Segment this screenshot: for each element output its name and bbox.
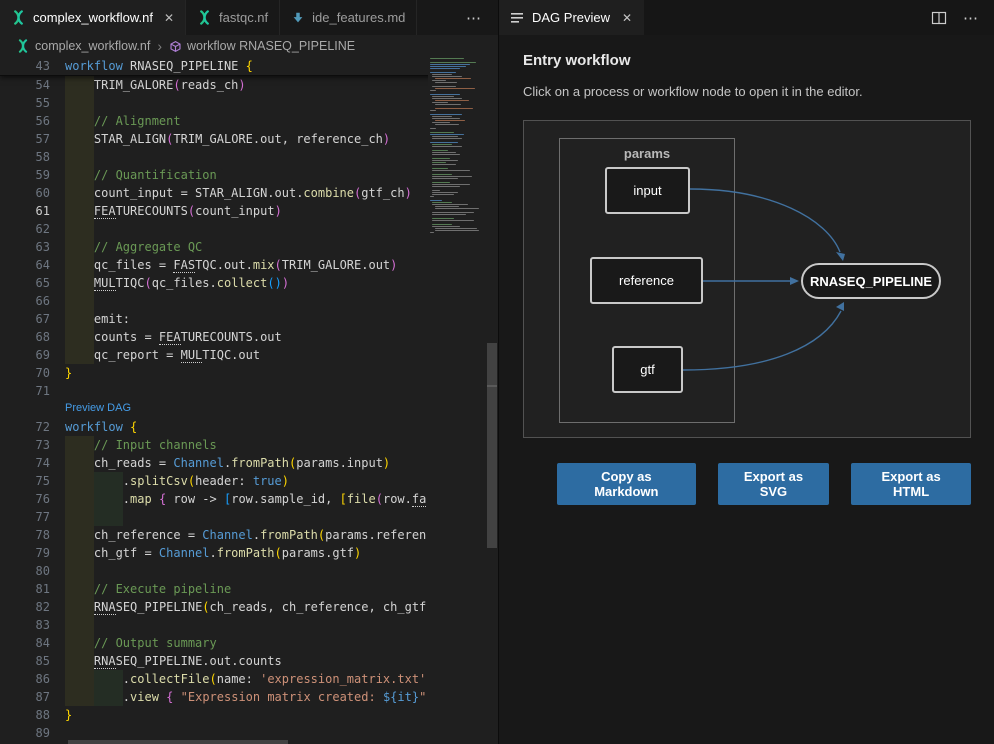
code-line[interactable]: 56 // Alignment	[0, 112, 498, 130]
breadcrumb-symbol[interactable]: workflow RNASEQ_PIPELINE	[187, 39, 355, 53]
nextflow-icon	[197, 10, 212, 25]
breadcrumb[interactable]: complex_workflow.nf › workflow RNASEQ_PI…	[0, 35, 498, 57]
close-icon[interactable]: ✕	[622, 11, 632, 25]
nextflow-icon	[16, 39, 30, 53]
code-line[interactable]: 65 MULTIQC(qc_files.collect())	[0, 274, 498, 292]
entry-workflow-heading: Entry workflow	[523, 52, 971, 69]
markdown-icon	[291, 11, 305, 25]
export-as-html-button[interactable]: Export as HTML	[851, 463, 971, 505]
code-line[interactable]: 78 ch_reference = Channel.fromPath(param…	[0, 526, 498, 544]
tab-dag-preview[interactable]: DAG Preview ✕	[499, 0, 644, 35]
code-line[interactable]: 66	[0, 292, 498, 310]
vertical-scrollbar[interactable]	[486, 57, 498, 744]
code-lines: 54 TRIM_GALORE(reads_ch)5556 // Alignmen…	[0, 76, 498, 742]
code-line[interactable]: 57 STAR_ALIGN(TRIM_GALORE.out, reference…	[0, 130, 498, 148]
panel-actions: ⋯	[931, 0, 994, 35]
tab-label: ide_features.md	[312, 10, 405, 25]
dag-button-row: Copy as Markdown Export as SVG Export as…	[557, 463, 971, 505]
code-line[interactable]: 83	[0, 616, 498, 634]
code-line[interactable]: 87 .view { "Expression matrix created: $…	[0, 688, 498, 706]
tab-complex-workflow[interactable]: complex_workflow.nf ✕	[0, 0, 186, 35]
code-line[interactable]: 55	[0, 94, 498, 112]
code-line[interactable]: 80	[0, 562, 498, 580]
code-line[interactable]: 81 // Execute pipeline	[0, 580, 498, 598]
dag-node-gtf[interactable]: gtf	[612, 346, 683, 393]
tab-overflow-icon[interactable]: ⋯	[450, 0, 498, 35]
code-line[interactable]: 82 RNASEQ_PIPELINE(ch_reads, ch_referenc…	[0, 598, 498, 616]
split-editor-icon[interactable]	[931, 10, 947, 26]
code-line[interactable]: 77	[0, 508, 498, 526]
code-line[interactable]: 75 .splitCsv(header: true)	[0, 472, 498, 490]
chevron-right-icon: ›	[157, 38, 162, 54]
sticky-scroll-line[interactable]: 43workflow RNASEQ_PIPELINE {	[0, 57, 498, 76]
code-line[interactable]: 86 .collectFile(name: 'expression_matrix…	[0, 670, 498, 688]
panel-description: Click on a process or workflow node to o…	[523, 84, 971, 99]
code-line[interactable]: 73 // Input channels	[0, 436, 498, 454]
dag-node-rnaseq-pipeline[interactable]: RNASEQ_PIPELINE	[801, 263, 941, 299]
code-line[interactable]: 70}	[0, 364, 498, 382]
panel-tab-label: DAG Preview	[532, 10, 610, 25]
code-line[interactable]: 76 .map { row -> [row.sample_id, [file(r…	[0, 490, 498, 508]
preview-list-icon	[511, 12, 524, 24]
code-line[interactable]: 58	[0, 148, 498, 166]
dag-preview-panel: DAG Preview ✕ ⋯ Entry workflow Click on …	[498, 0, 994, 744]
vertical-scrollbar-thumb[interactable]	[487, 343, 497, 548]
nextflow-icon	[11, 10, 26, 25]
export-as-svg-button[interactable]: Export as SVG	[718, 463, 829, 505]
code-line[interactable]: 69 qc_report = MULTIQC.out	[0, 346, 498, 364]
editor-tab-bar: complex_workflow.nf ✕ fastqc.nf ide_feat…	[0, 0, 498, 35]
params-group-label: params	[560, 146, 734, 161]
code-line[interactable]: 88}	[0, 706, 498, 724]
tab-fastqc[interactable]: fastqc.nf	[186, 0, 280, 35]
code-line[interactable]: 67 emit:	[0, 310, 498, 328]
code-line[interactable]: 60 count_input = STAR_ALIGN.out.combine(…	[0, 184, 498, 202]
code-line[interactable]: 64 qc_files = FASTQC.out.mix(TRIM_GALORE…	[0, 256, 498, 274]
dag-node-reference[interactable]: reference	[590, 257, 703, 304]
panel-content: Entry workflow Click on a process or wor…	[499, 35, 994, 505]
code-line[interactable]: 68 counts = FEATURECOUNTS.out	[0, 328, 498, 346]
code-editor[interactable]: 43workflow RNASEQ_PIPELINE { 54 TRIM_GAL…	[0, 57, 498, 744]
symbol-workflow-icon	[169, 40, 182, 53]
code-line[interactable]: 59 // Quantification	[0, 166, 498, 184]
tab-label: fastqc.nf	[219, 10, 268, 25]
dag-canvas: params input reference gtf RNASEQ_PIPELI…	[523, 120, 971, 438]
code-line[interactable]: 63 // Aggregate QC	[0, 238, 498, 256]
code-line[interactable]: 74 ch_reads = Channel.fromPath(params.in…	[0, 454, 498, 472]
code-line[interactable]: 84 // Output summary	[0, 634, 498, 652]
code-line[interactable]: 62	[0, 220, 498, 238]
editor-pane: complex_workflow.nf ✕ fastqc.nf ide_feat…	[0, 0, 498, 744]
horizontal-scrollbar-thumb[interactable]	[68, 740, 288, 744]
code-line[interactable]: 61 FEATURECOUNTS(count_input)	[0, 202, 498, 220]
dag-node-input[interactable]: input	[605, 167, 690, 214]
more-actions-icon[interactable]: ⋯	[963, 9, 979, 27]
panel-tab-bar: DAG Preview ✕ ⋯	[499, 0, 994, 35]
breadcrumb-file[interactable]: complex_workflow.nf	[35, 39, 150, 53]
code-line[interactable]: 54 TRIM_GALORE(reads_ch)	[0, 76, 498, 94]
close-icon[interactable]: ✕	[164, 11, 174, 25]
codelens-preview-dag[interactable]: Preview DAG	[0, 400, 498, 418]
tab-ide-features[interactable]: ide_features.md	[280, 0, 417, 35]
minimap[interactable]	[428, 57, 486, 744]
code-line[interactable]: 79 ch_gtf = Channel.fromPath(params.gtf)	[0, 544, 498, 562]
code-line[interactable]: 72workflow {	[0, 418, 498, 436]
code-line[interactable]: 71	[0, 382, 498, 400]
copy-as-markdown-button[interactable]: Copy as Markdown	[557, 463, 696, 505]
tab-label: complex_workflow.nf	[33, 10, 153, 25]
code-line[interactable]: 85 RNASEQ_PIPELINE.out.counts	[0, 652, 498, 670]
